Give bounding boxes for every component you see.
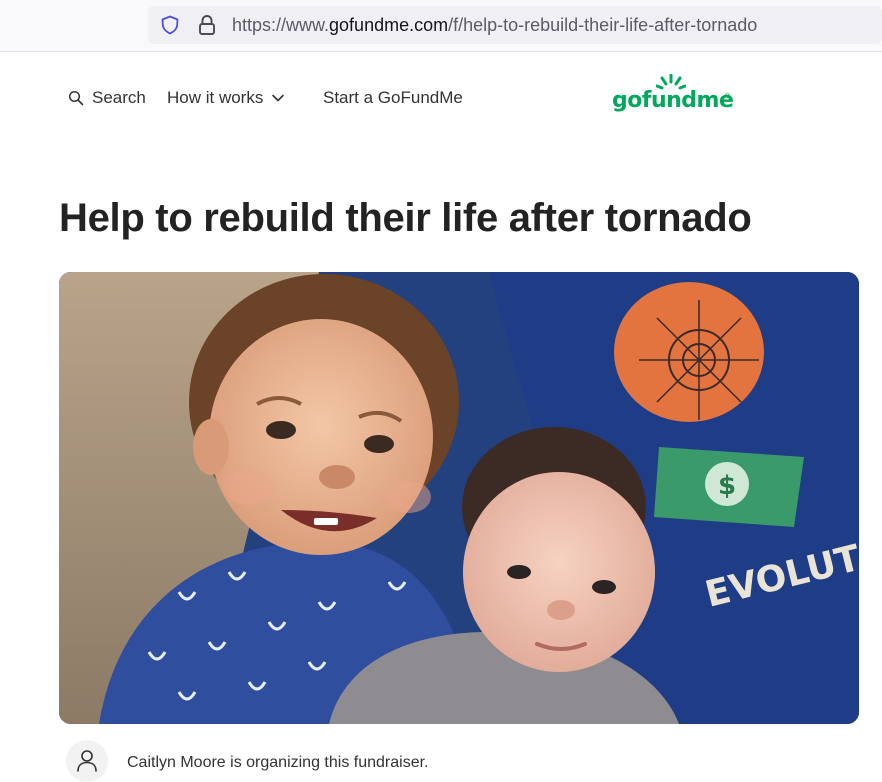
avatar[interactable] <box>66 740 108 782</box>
chevron-down-icon <box>263 93 285 103</box>
how-it-works-menu[interactable]: How it works <box>167 88 285 108</box>
page-title: Help to rebuild their life after tornado <box>59 196 752 240</box>
gofundme-logo[interactable]: gofundme ® <box>612 74 734 122</box>
url-text[interactable]: https://www.gofundme.com/f/help-to-rebui… <box>232 15 757 36</box>
start-gofundme-label: Start a GoFundMe <box>323 88 463 107</box>
url-path: /f/help-to-rebuild-their-life-after-torn… <box>448 15 758 35</box>
user-icon <box>77 750 97 772</box>
shirt-dollar-graphic: $ <box>654 447 804 527</box>
shirt-shell-graphic <box>614 282 764 422</box>
search-icon <box>68 90 92 106</box>
shield-icon[interactable] <box>160 15 180 35</box>
url-prefix: https://www. <box>232 15 330 35</box>
how-it-works-label: How it works <box>167 88 264 107</box>
search-label: Search <box>92 88 146 107</box>
search-link[interactable]: Search <box>68 88 146 108</box>
organizer-row: Caitlyn Moore is organizing this fundrai… <box>66 740 826 782</box>
organizer-text: Caitlyn Moore is organizing this fundrai… <box>127 754 429 771</box>
campaign-hero-image[interactable]: $ EVOLUT <box>59 272 859 724</box>
address-bar[interactable]: https://www.gofundme.com/f/help-to-rebui… <box>148 6 882 44</box>
browser-toolbar: https://www.gofundme.com/f/help-to-rebui… <box>0 0 882 52</box>
logo-trademark: ® <box>725 93 731 100</box>
url-host: gofundme.com <box>329 15 449 35</box>
svg-text:$: $ <box>718 471 736 501</box>
lock-icon[interactable] <box>198 14 216 36</box>
site-header: Search How it works Start a GoFundMe gof… <box>0 52 882 142</box>
start-gofundme-link[interactable]: Start a GoFundMe <box>323 88 463 108</box>
logo-wordmark: gofundme <box>612 88 734 113</box>
